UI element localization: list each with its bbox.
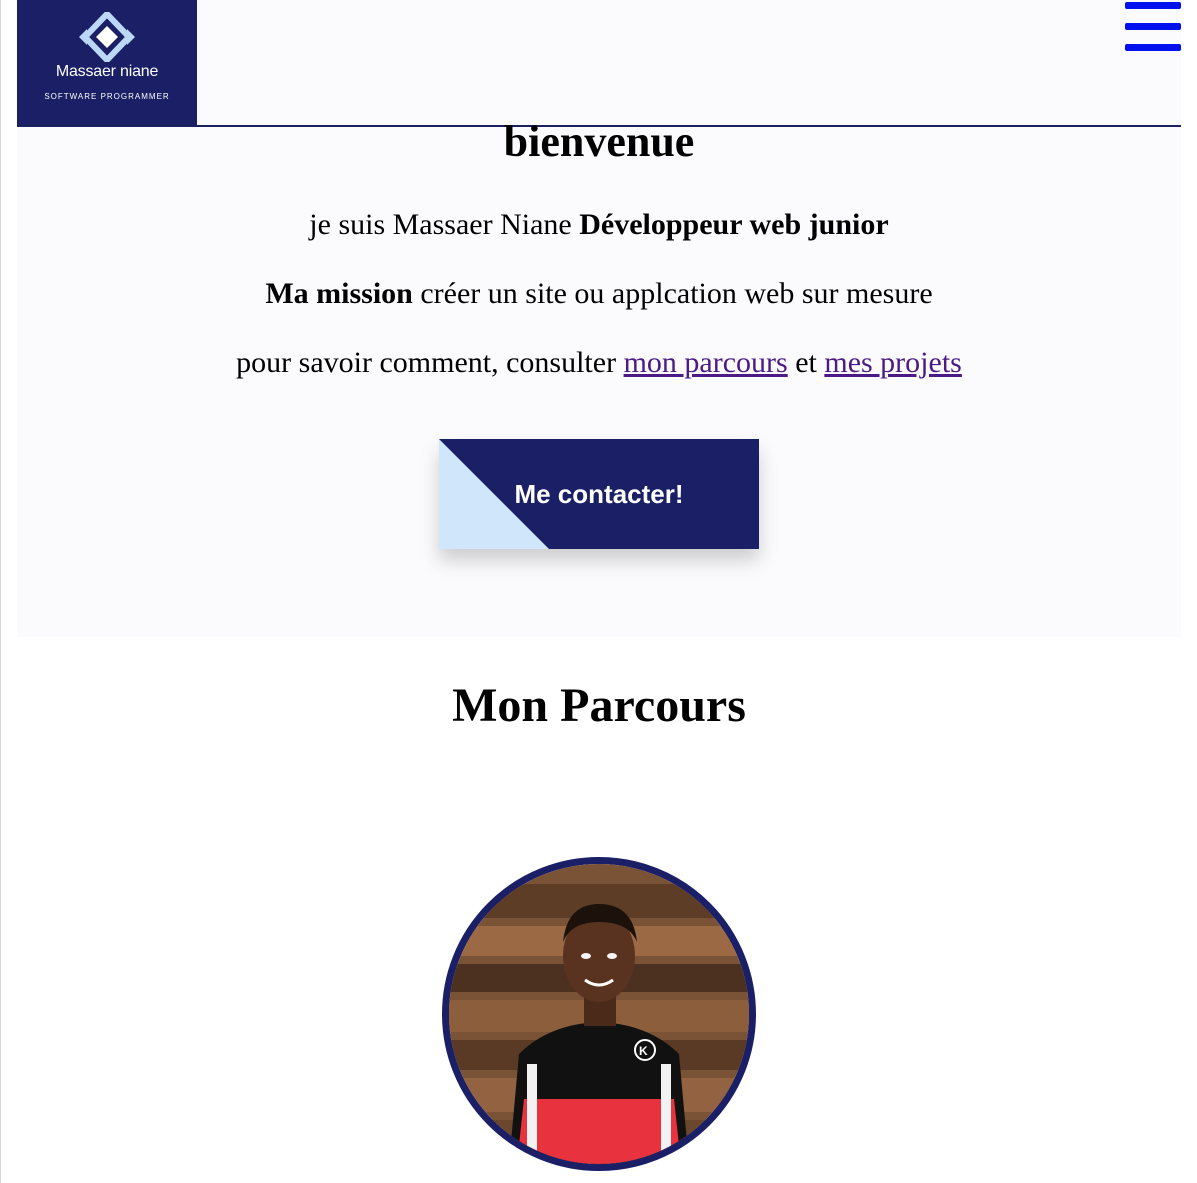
links-middle: et — [787, 346, 825, 379]
links-prefix: pour savoir comment, consulter — [236, 346, 624, 379]
window-edge — [0, 0, 1, 1183]
hero-title: bienvenue — [503, 117, 695, 166]
links-line: pour savoir comment, consulter mon parco… — [17, 345, 1181, 381]
logo-name: Massaer niane — [55, 63, 159, 80]
site-logo[interactable]: Massaer niane SOFTWARE PROGRAMMER — [17, 0, 197, 125]
parcours-title: Mon Parcours — [452, 679, 746, 732]
intro-line: je suis Massaer Niane Développeur web ju… — [17, 207, 1181, 243]
page: Massaer niane SOFTWARE PROGRAMMER bienve… — [0, 0, 1197, 1183]
contact-button-label: Me contacter! — [514, 479, 684, 509]
intro-role: Développeur web junior — [579, 208, 889, 241]
site-header: Massaer niane SOFTWARE PROGRAMMER — [17, 0, 1181, 127]
mission-label: Ma mission — [265, 277, 413, 310]
contact-button[interactable]: Me contacter! — [439, 439, 759, 549]
diamond-logo-icon — [79, 12, 135, 62]
profile-photo: K — [449, 864, 749, 1164]
link-mon-parcours[interactable]: mon parcours — [624, 346, 788, 379]
mission-text: créer un site ou applcation web sur mesu… — [412, 277, 933, 310]
hero-section: bienvenue je suis Massaer Niane Développ… — [17, 117, 1181, 637]
mission-line: Ma mission créer un site ou applcation w… — [17, 276, 1181, 312]
logo-tagline: SOFTWARE PROGRAMMER — [44, 92, 170, 101]
intro-text: je suis Massaer Niane — [309, 208, 580, 241]
avatar: K — [442, 857, 756, 1171]
link-mes-projets[interactable]: mes projets — [824, 346, 961, 379]
hamburger-menu-icon[interactable] — [1125, 2, 1181, 54]
svg-text:K: K — [639, 1044, 648, 1058]
